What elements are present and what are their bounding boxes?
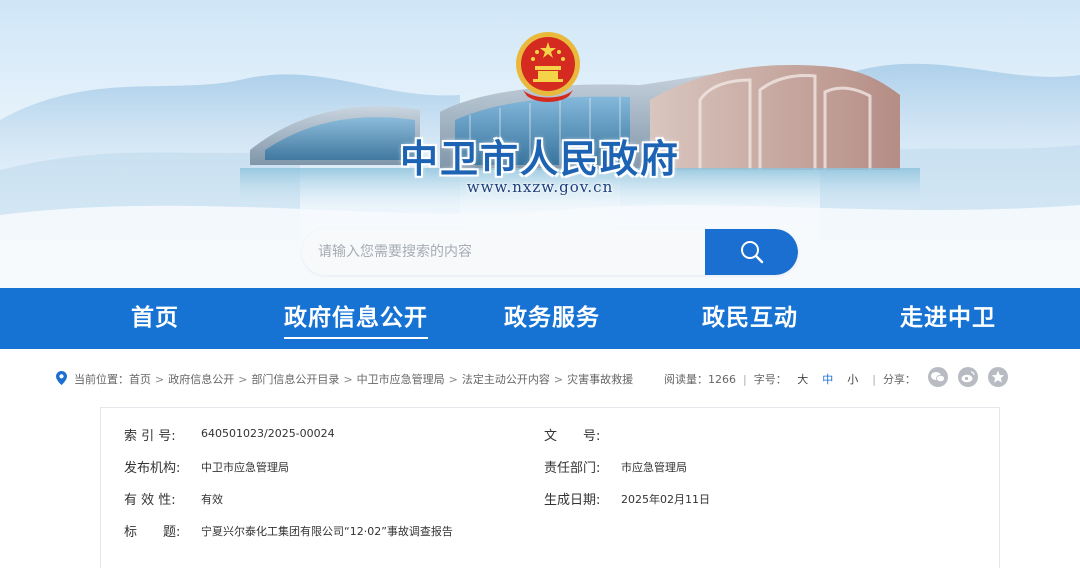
- main-nav: 首页 政府信息公开 政务服务 政民互动 走进中卫: [0, 288, 1080, 349]
- national-emblem-icon: [516, 32, 580, 102]
- location-pin-icon: [56, 371, 67, 385]
- fontsize-small-button[interactable]: 小: [847, 371, 858, 387]
- breadcrumb-item-gov-info[interactable]: 政府信息公开: [168, 371, 234, 387]
- weibo-icon: [961, 371, 975, 383]
- article-tools: 阅读量：1266 | 字号： 大中小 | 分享：: [664, 371, 916, 387]
- document-info-panel: 索 引 号: 640501023/2025-00024 文 号: 发布机构: 中…: [100, 407, 1000, 568]
- site-title: 中卫市人民政府: [399, 136, 680, 181]
- fontsize-medium-button[interactable]: 中: [822, 371, 833, 387]
- breadcrumb-separator: >: [238, 373, 248, 386]
- breadcrumb-item-statutory-content[interactable]: 法定主动公开内容: [462, 371, 550, 387]
- breadcrumb-prefix: 当前位置：: [74, 373, 129, 386]
- publisher-value: 中卫市应急管理局: [201, 461, 289, 474]
- breadcrumb-item-dept-catalog[interactable]: 部门信息公开目录: [251, 371, 339, 387]
- nav-citizen-interaction[interactable]: 政民互动: [702, 288, 798, 349]
- index-number-value: 640501023/2025-00024: [201, 427, 335, 440]
- favorite-share-button[interactable]: [988, 367, 1008, 387]
- validity-label: 有 效 性:: [124, 493, 176, 508]
- views-count: 1266: [708, 373, 736, 386]
- index-number-label: 索 引 号:: [124, 429, 176, 444]
- nav-about-zhongwei[interactable]: 走进中卫: [900, 288, 996, 349]
- wechat-icon: [931, 372, 945, 383]
- responsible-dept-label: 责任部门:: [544, 461, 601, 476]
- search-icon: [740, 241, 763, 264]
- validity-value: 有效: [201, 493, 223, 506]
- site-url: www.nxzw.gov.cn: [466, 178, 614, 196]
- doc-title-label: 标 题:: [124, 525, 181, 540]
- fontsize-label: 字号：: [753, 373, 787, 386]
- breadcrumb-bar: 当前位置：首页 > 政府信息公开 > 部门信息公开目录 > 中卫市应急管理局 > 法定主动公开内…: [0, 363, 1080, 393]
- doc-title-value: 宁夏兴尔泰化工集团有限公司“12·02”事故调查报告: [201, 525, 453, 538]
- breadcrumb-separator: >: [553, 373, 564, 386]
- views-label: 阅读量：: [664, 373, 708, 386]
- search-button[interactable]: [705, 229, 798, 275]
- breadcrumb-item-emergency-bureau[interactable]: 中卫市应急管理局: [357, 371, 445, 387]
- breadcrumb-separator: >: [155, 373, 165, 386]
- star-icon: [991, 370, 1005, 383]
- generated-date-label: 生成日期:: [544, 493, 601, 508]
- nav-home[interactable]: 首页: [131, 288, 179, 349]
- responsible-dept-value: 市应急管理局: [621, 461, 687, 474]
- breadcrumb-separator: >: [343, 373, 353, 386]
- fontsize-large-button[interactable]: 大: [797, 371, 808, 387]
- breadcrumb: 当前位置：首页 > 政府信息公开 > 部门信息公开目录 > 中卫市应急管理局 > 法定主动公开内…: [74, 371, 633, 387]
- nav-gov-info-disclosure[interactable]: 政府信息公开: [284, 288, 428, 349]
- breadcrumb-item-home[interactable]: 首页: [129, 371, 151, 387]
- publisher-label: 发布机构:: [124, 461, 181, 476]
- wechat-share-button[interactable]: [928, 367, 948, 387]
- weibo-share-button[interactable]: [958, 367, 978, 387]
- share-label: 分享：: [882, 373, 916, 386]
- document-number-label: 文 号:: [544, 429, 601, 444]
- nav-gov-services[interactable]: 政务服务: [504, 288, 600, 349]
- header-banner: 中卫市人民政府 www.nxzw.gov.cn: [0, 0, 1080, 288]
- search-input[interactable]: [302, 229, 718, 275]
- breadcrumb-separator: >: [448, 373, 458, 386]
- search-bar: [302, 229, 798, 275]
- breadcrumb-item-disaster-rescue[interactable]: 灾害事故救援: [567, 371, 633, 387]
- generated-date-value: 2025年02月11日: [621, 493, 710, 506]
